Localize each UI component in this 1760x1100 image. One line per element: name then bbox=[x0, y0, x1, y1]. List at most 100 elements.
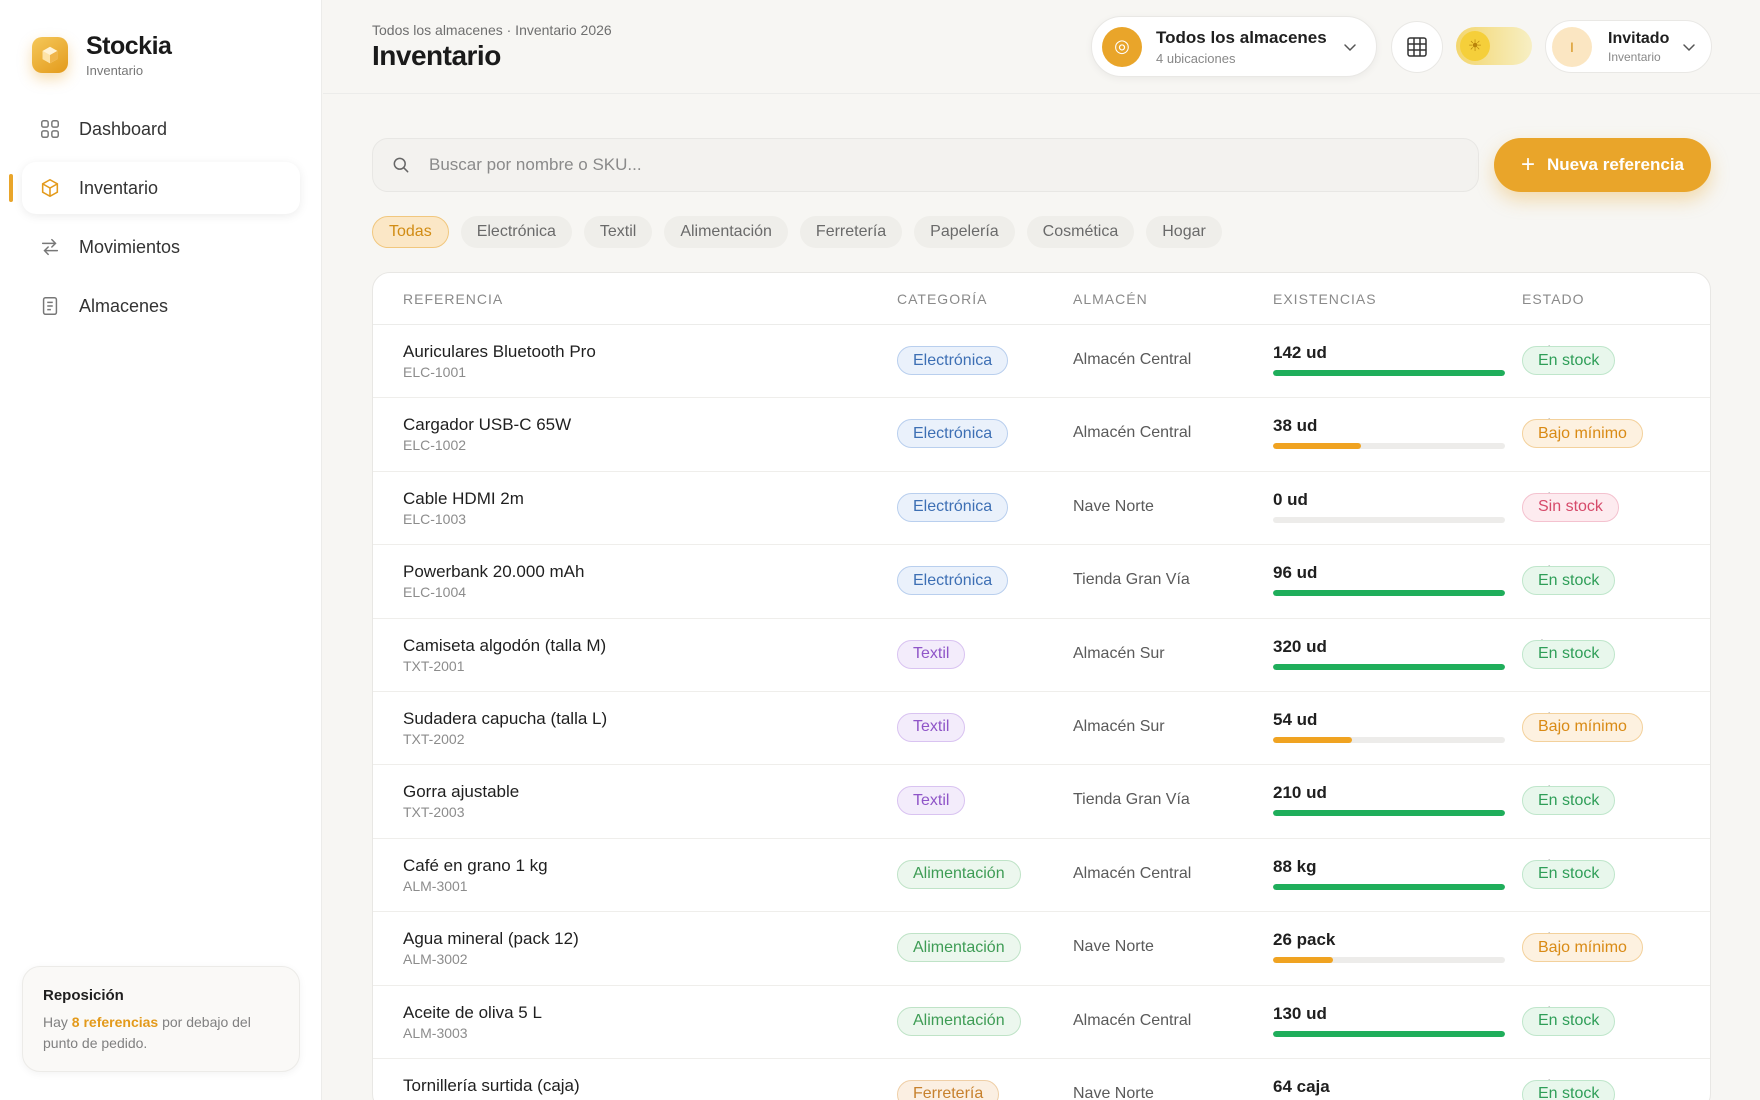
user-role: Inventario bbox=[1608, 49, 1661, 64]
target-icon: ◎ bbox=[1102, 26, 1142, 67]
reference-sku: ALM-3001 bbox=[403, 877, 468, 894]
table-row[interactable]: Powerbank 20.000 mAh ELC-1004 Electrónica T… bbox=[373, 545, 1710, 619]
table-row[interactable]: Gorra ajustable TXT-2003 Textil Tienda Gran… bbox=[373, 765, 1710, 839]
table-row[interactable]: Sudadera capucha (talla L) TXT-2002 Textil… bbox=[373, 692, 1710, 766]
sidebar-item-dashboard[interactable]: Dashboard bbox=[22, 103, 300, 155]
warehouse-name: Almacén Central bbox=[1073, 1011, 1192, 1029]
chip-electronica[interactable]: Electrónica bbox=[460, 216, 572, 248]
reference-sku: ELC-1004 bbox=[403, 584, 467, 601]
chip-textil[interactable]: Textil bbox=[583, 216, 653, 248]
category-filter: Todas Electrónica Textil Alimentación Fe… bbox=[372, 216, 1222, 248]
stock-bar bbox=[1273, 810, 1505, 817]
search-input[interactable] bbox=[429, 155, 1329, 175]
table-body: Auriculares Bluetooth Pro ELC-1001 Electró… bbox=[373, 325, 1710, 1100]
table-row[interactable]: Auriculares Bluetooth Pro ELC-1001 Electró… bbox=[373, 325, 1710, 399]
warehouse-subtitle: 4 ubicaciones bbox=[1156, 50, 1236, 66]
table-row[interactable]: Cargador USB-C 65W ELC-1002 Electrónica Alm… bbox=[373, 398, 1710, 472]
avatar: I bbox=[1552, 26, 1592, 67]
chevron-down-icon bbox=[1344, 44, 1356, 52]
sidebar-item-almacenes[interactable]: Almacenes bbox=[22, 280, 300, 332]
status-badge: Bajo mínimo bbox=[1522, 712, 1643, 742]
restock-text: Hay 8 referencias por debajo del punto d… bbox=[43, 1014, 251, 1051]
reference-sku: ELC-1002 bbox=[403, 437, 467, 454]
stock-bar-fill bbox=[1273, 957, 1334, 964]
table-row[interactable]: Camiseta algodón (talla M) TXT-2001 Textil… bbox=[373, 619, 1710, 692]
warehouse-name: Tienda Gran Vía bbox=[1073, 791, 1190, 809]
table-row[interactable]: Agua mineral (pack 12) ALM-3002 Alimentaci… bbox=[373, 912, 1710, 986]
status-badge: En stock bbox=[1522, 346, 1616, 375]
reference-sku: ELC-1003 bbox=[403, 510, 467, 527]
sidebar-item-label: Inventario bbox=[79, 177, 159, 198]
brand-logo-icon bbox=[32, 37, 68, 73]
chip-hogar[interactable]: Hogar bbox=[1146, 216, 1222, 248]
column-header-almacen[interactable]: ALMACÉN bbox=[1073, 291, 1148, 307]
status-badge: Bajo mínimo bbox=[1522, 933, 1643, 963]
chip-cosmetica[interactable]: Cosmética bbox=[1026, 216, 1135, 248]
column-header-categoria[interactable]: CATEGORÍA bbox=[897, 291, 987, 307]
stock-bar bbox=[1273, 1030, 1505, 1037]
chip-ferreteria[interactable]: Ferretería bbox=[799, 216, 903, 248]
search-bar[interactable] bbox=[372, 138, 1479, 192]
category-badge: Textil bbox=[897, 786, 966, 816]
warehouse-name: Almacén Central bbox=[1073, 351, 1192, 368]
chip-todas[interactable]: Todas bbox=[372, 216, 449, 248]
stock-quantity: 54 ud bbox=[1273, 709, 1318, 729]
category-badge: Electrónica bbox=[897, 566, 1009, 596]
reference-sku: ALM-3002 bbox=[403, 951, 468, 968]
category-badge: Electrónica bbox=[897, 492, 1009, 522]
warehouse-name: Nave Norte bbox=[1073, 938, 1154, 956]
table-row[interactable]: Aceite de oliva 5 L ALM-3003 Alimentación A… bbox=[373, 986, 1710, 1059]
column-header-existencias[interactable]: EXISTENCIAS bbox=[1273, 291, 1377, 307]
restock-card[interactable]: Reposición Hay 8 referencias por debajo … bbox=[22, 966, 300, 1072]
sidebar-item-movimientos[interactable]: Movimientos bbox=[22, 221, 300, 273]
sidebar: Stockia Inventario Dashboard Inventario … bbox=[0, 0, 322, 1100]
warehouse-name: Almacén Central bbox=[1073, 864, 1192, 882]
inventory-table: REFERENCIA CATEGORÍA ALMACÉN EXISTENCIAS… bbox=[372, 272, 1711, 1100]
sidebar-item-inventario[interactable]: Inventario bbox=[9, 162, 300, 214]
stock-quantity: 88 kg bbox=[1273, 856, 1317, 876]
theme-toggle[interactable]: ☀ bbox=[1456, 27, 1532, 65]
warehouse-title: Todos los almacenes bbox=[1156, 27, 1327, 47]
new-reference-label: Nueva referencia bbox=[1546, 155, 1685, 174]
reference-name: Powerbank 20.000 mAh bbox=[403, 562, 585, 582]
category-badge: Textil bbox=[897, 639, 966, 669]
stock-quantity: 130 ud bbox=[1273, 1003, 1327, 1023]
table-header: REFERENCIA CATEGORÍA ALMACÉN EXISTENCIAS… bbox=[373, 273, 1710, 325]
warehouse-selector[interactable]: ◎ Todos los almacenes 4 ubicaciones bbox=[1091, 16, 1377, 77]
table-row[interactable]: Tornillería surtida (caja)FER-4001Ferret… bbox=[373, 1059, 1710, 1100]
warehouse-name: Tienda Gran Vía bbox=[1073, 571, 1190, 589]
grid-icon bbox=[41, 120, 59, 138]
reference-name: Agua mineral (pack 12) bbox=[403, 929, 579, 949]
reference-name: Sudadera capucha (talla L) bbox=[403, 708, 608, 728]
reference-name: Auriculares Bluetooth Pro bbox=[403, 342, 596, 361]
chip-alimentacion[interactable]: Alimentación bbox=[664, 216, 788, 248]
table-row[interactable]: Cable HDMI 2m ELC-1003 Electrónica Nave Nor… bbox=[373, 472, 1710, 546]
reference-sku: TXT-2002 bbox=[403, 730, 465, 747]
status-badge: En stock bbox=[1522, 859, 1616, 889]
restock-highlight[interactable]: 8 referencias bbox=[72, 1014, 158, 1030]
apps-grid-button[interactable] bbox=[1391, 21, 1443, 73]
warehouse-name: Nave Norte bbox=[1073, 497, 1154, 515]
stock-bar bbox=[1273, 370, 1505, 376]
user-menu-button[interactable]: I Invitado Inventario bbox=[1545, 20, 1712, 73]
breadcrumb: Todos los almacenes · Inventario 2026 bbox=[372, 22, 612, 38]
category-badge: Alimentación bbox=[897, 1006, 1021, 1036]
category-badge: Alimentación bbox=[897, 933, 1021, 963]
table-row[interactable]: Café en grano 1 kg ALM-3001 Alimentación Al… bbox=[373, 839, 1710, 913]
stock-bar-fill bbox=[1273, 370, 1505, 376]
user-name: Invitado bbox=[1608, 29, 1670, 47]
column-header-referencia[interactable]: REFERENCIA bbox=[403, 291, 503, 307]
stock-quantity: 0 ud bbox=[1273, 489, 1308, 509]
new-reference-button[interactable]: + Nueva referencia bbox=[1494, 138, 1711, 192]
column-header-estado[interactable]: ESTADO bbox=[1522, 291, 1585, 307]
status-badge: En stock bbox=[1522, 1006, 1616, 1036]
stock-bar bbox=[1273, 516, 1505, 523]
chip-papeleria[interactable]: Papelería bbox=[914, 216, 1015, 248]
restock-title: Reposición bbox=[43, 987, 124, 1004]
category-badge: Electrónica bbox=[897, 346, 1009, 375]
brand[interactable]: Stockia Inventario bbox=[32, 32, 172, 78]
stock-bar-fill bbox=[1273, 663, 1505, 670]
reference-name: Tornillería surtida (caja) bbox=[403, 1075, 580, 1095]
stock-bar-fill bbox=[1273, 1030, 1505, 1037]
stock-bar bbox=[1273, 957, 1505, 964]
